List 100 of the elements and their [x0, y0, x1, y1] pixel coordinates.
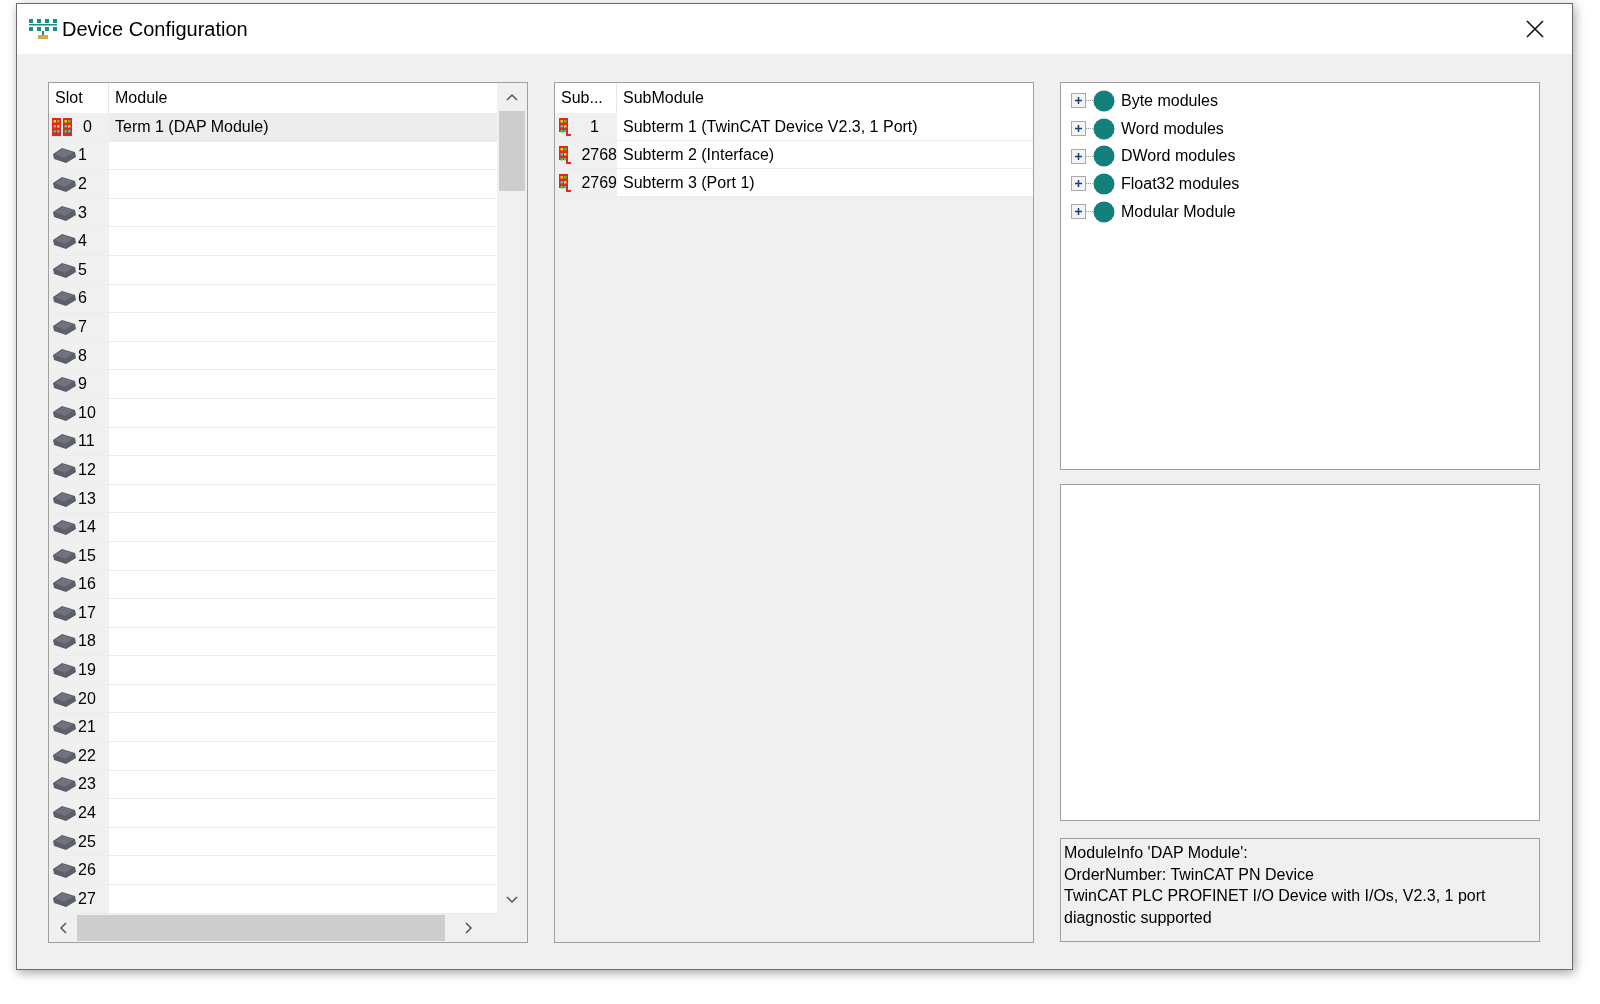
expand-toggle[interactable]	[1071, 204, 1086, 220]
column-header[interactable]: Module	[109, 83, 497, 113]
chip-icon	[52, 260, 77, 279]
table-row[interactable]: 1 Subterm 1 (TwinCAT Device V2.3, 1 Port)	[555, 113, 1033, 141]
column-header[interactable]: SubModule	[617, 83, 1033, 113]
chip-icon	[52, 432, 77, 451]
table-row[interactable]: 27	[49, 885, 497, 914]
slot-number: 6	[78, 289, 87, 308]
module-grid-icon	[52, 117, 72, 136]
table-row[interactable]: 6	[49, 284, 497, 314]
chip-icon	[52, 775, 77, 794]
submodule-name: Subterm 3 (Port 1)	[623, 173, 755, 192]
slot-number: 18	[78, 632, 96, 651]
slot-number: 1	[78, 146, 87, 165]
table-row[interactable]: 13	[49, 484, 497, 514]
slot-number: 10	[78, 403, 96, 422]
expand-toggle[interactable]	[1071, 93, 1086, 109]
table-row[interactable]: 22	[49, 742, 497, 771]
scroll-right-icon[interactable]	[465, 922, 473, 934]
expand-toggle[interactable]	[1071, 148, 1086, 164]
network-tree-icon	[28, 18, 58, 40]
chip-icon	[52, 289, 77, 308]
submodule-number: 2769	[580, 173, 617, 192]
table-row[interactable]: 14	[49, 513, 497, 542]
table-row[interactable]: 25	[49, 827, 497, 857]
info-text: TwinCAT PLC PROFINET I/O Device with I/Os, V2.3, 1 port diagnostic supported	[1064, 886, 1487, 928]
slot-number: 4	[78, 232, 87, 251]
tree-item[interactable]: Word modules	[1121, 119, 1224, 138]
table-row[interactable]: 19	[49, 656, 497, 685]
slot-number: 22	[78, 746, 96, 765]
table-row[interactable]: 17	[49, 599, 497, 628]
submodule-number: 2768	[580, 145, 617, 164]
table-row[interactable]: 24	[49, 799, 497, 828]
slot-number: 23	[78, 775, 96, 794]
slot-number: 27	[78, 889, 96, 908]
table-row[interactable]: 18	[49, 627, 497, 657]
table-row[interactable]: 1	[49, 141, 497, 171]
circle-icon	[1093, 172, 1115, 195]
slot-number: 25	[78, 832, 96, 851]
chip-icon	[52, 689, 77, 708]
table-row[interactable]: 2	[49, 170, 497, 199]
table-row[interactable]: 2769 Subterm 3 (Port 1)	[555, 169, 1033, 197]
table-row[interactable]: 11	[49, 427, 497, 457]
table-row[interactable]: 5	[49, 255, 497, 285]
table-row[interactable]: 3	[49, 198, 497, 228]
chip-icon	[52, 746, 77, 765]
slot-number: 12	[78, 460, 96, 479]
slot-number: 15	[78, 546, 96, 565]
info-text: OrderNumber: TwinCAT PN Device	[1064, 864, 1315, 885]
table-row[interactable]: 12	[49, 456, 497, 485]
tree-item[interactable]: Modular Module	[1121, 202, 1236, 221]
table-row[interactable]: 7	[49, 313, 497, 342]
slot-number: 9	[78, 375, 87, 394]
module-grid-icon	[559, 145, 572, 164]
expand-toggle[interactable]	[1071, 176, 1086, 192]
slot-number: 2	[78, 175, 87, 193]
slot-number: 5	[78, 260, 87, 279]
module-grid-icon	[559, 117, 572, 136]
table-row[interactable]: 23	[49, 770, 497, 800]
scroll-up-icon[interactable]	[506, 93, 518, 101]
module-name: Term 1 (DAP Module)	[115, 117, 269, 136]
table-row[interactable]: 16	[49, 570, 497, 600]
tree-item[interactable]: Byte modules	[1121, 91, 1218, 110]
table-row[interactable]: 26	[49, 856, 497, 886]
chip-icon	[52, 804, 77, 823]
table-row[interactable]: 20	[49, 684, 497, 714]
table-row[interactable]: 15	[49, 541, 497, 571]
table-row[interactable]: 8	[49, 341, 497, 371]
chip-icon	[52, 518, 77, 537]
table-row[interactable]: 21	[49, 713, 497, 743]
table-row[interactable]: 10	[49, 398, 497, 428]
slot-number: 24	[78, 804, 96, 823]
chip-icon	[52, 546, 77, 565]
slot-number: 20	[78, 689, 96, 708]
circle-icon	[1093, 145, 1115, 168]
table-row[interactable]: 4	[49, 227, 497, 256]
scroll-thumb[interactable]	[77, 915, 445, 941]
tree-item[interactable]: Float32 modules	[1121, 174, 1240, 193]
scroll-thumb[interactable]	[499, 111, 525, 191]
tree-item[interactable]: DWord modules	[1121, 147, 1236, 166]
slot-number: 14	[78, 518, 96, 537]
table-row[interactable]: 9	[49, 370, 497, 399]
slot-number: 13	[78, 489, 96, 508]
chip-icon	[52, 661, 77, 680]
slot-number: 19	[78, 661, 96, 680]
circle-icon	[1093, 200, 1115, 223]
chip-icon	[52, 889, 77, 908]
chip-icon	[52, 861, 77, 880]
chip-icon	[52, 317, 77, 336]
table-row[interactable]: 2768 Subterm 2 (Interface)	[555, 141, 1033, 169]
expand-toggle[interactable]	[1071, 121, 1086, 137]
slot-number: 26	[78, 861, 96, 880]
chip-icon	[52, 460, 77, 479]
scroll-left-icon[interactable]	[59, 922, 67, 934]
chip-icon	[52, 632, 77, 651]
chip-icon	[52, 832, 77, 851]
circle-icon	[1093, 89, 1115, 112]
submodule-name: Subterm 2 (Interface)	[623, 145, 775, 164]
scroll-down-icon[interactable]	[506, 896, 518, 904]
slot-number: 11	[78, 432, 95, 451]
